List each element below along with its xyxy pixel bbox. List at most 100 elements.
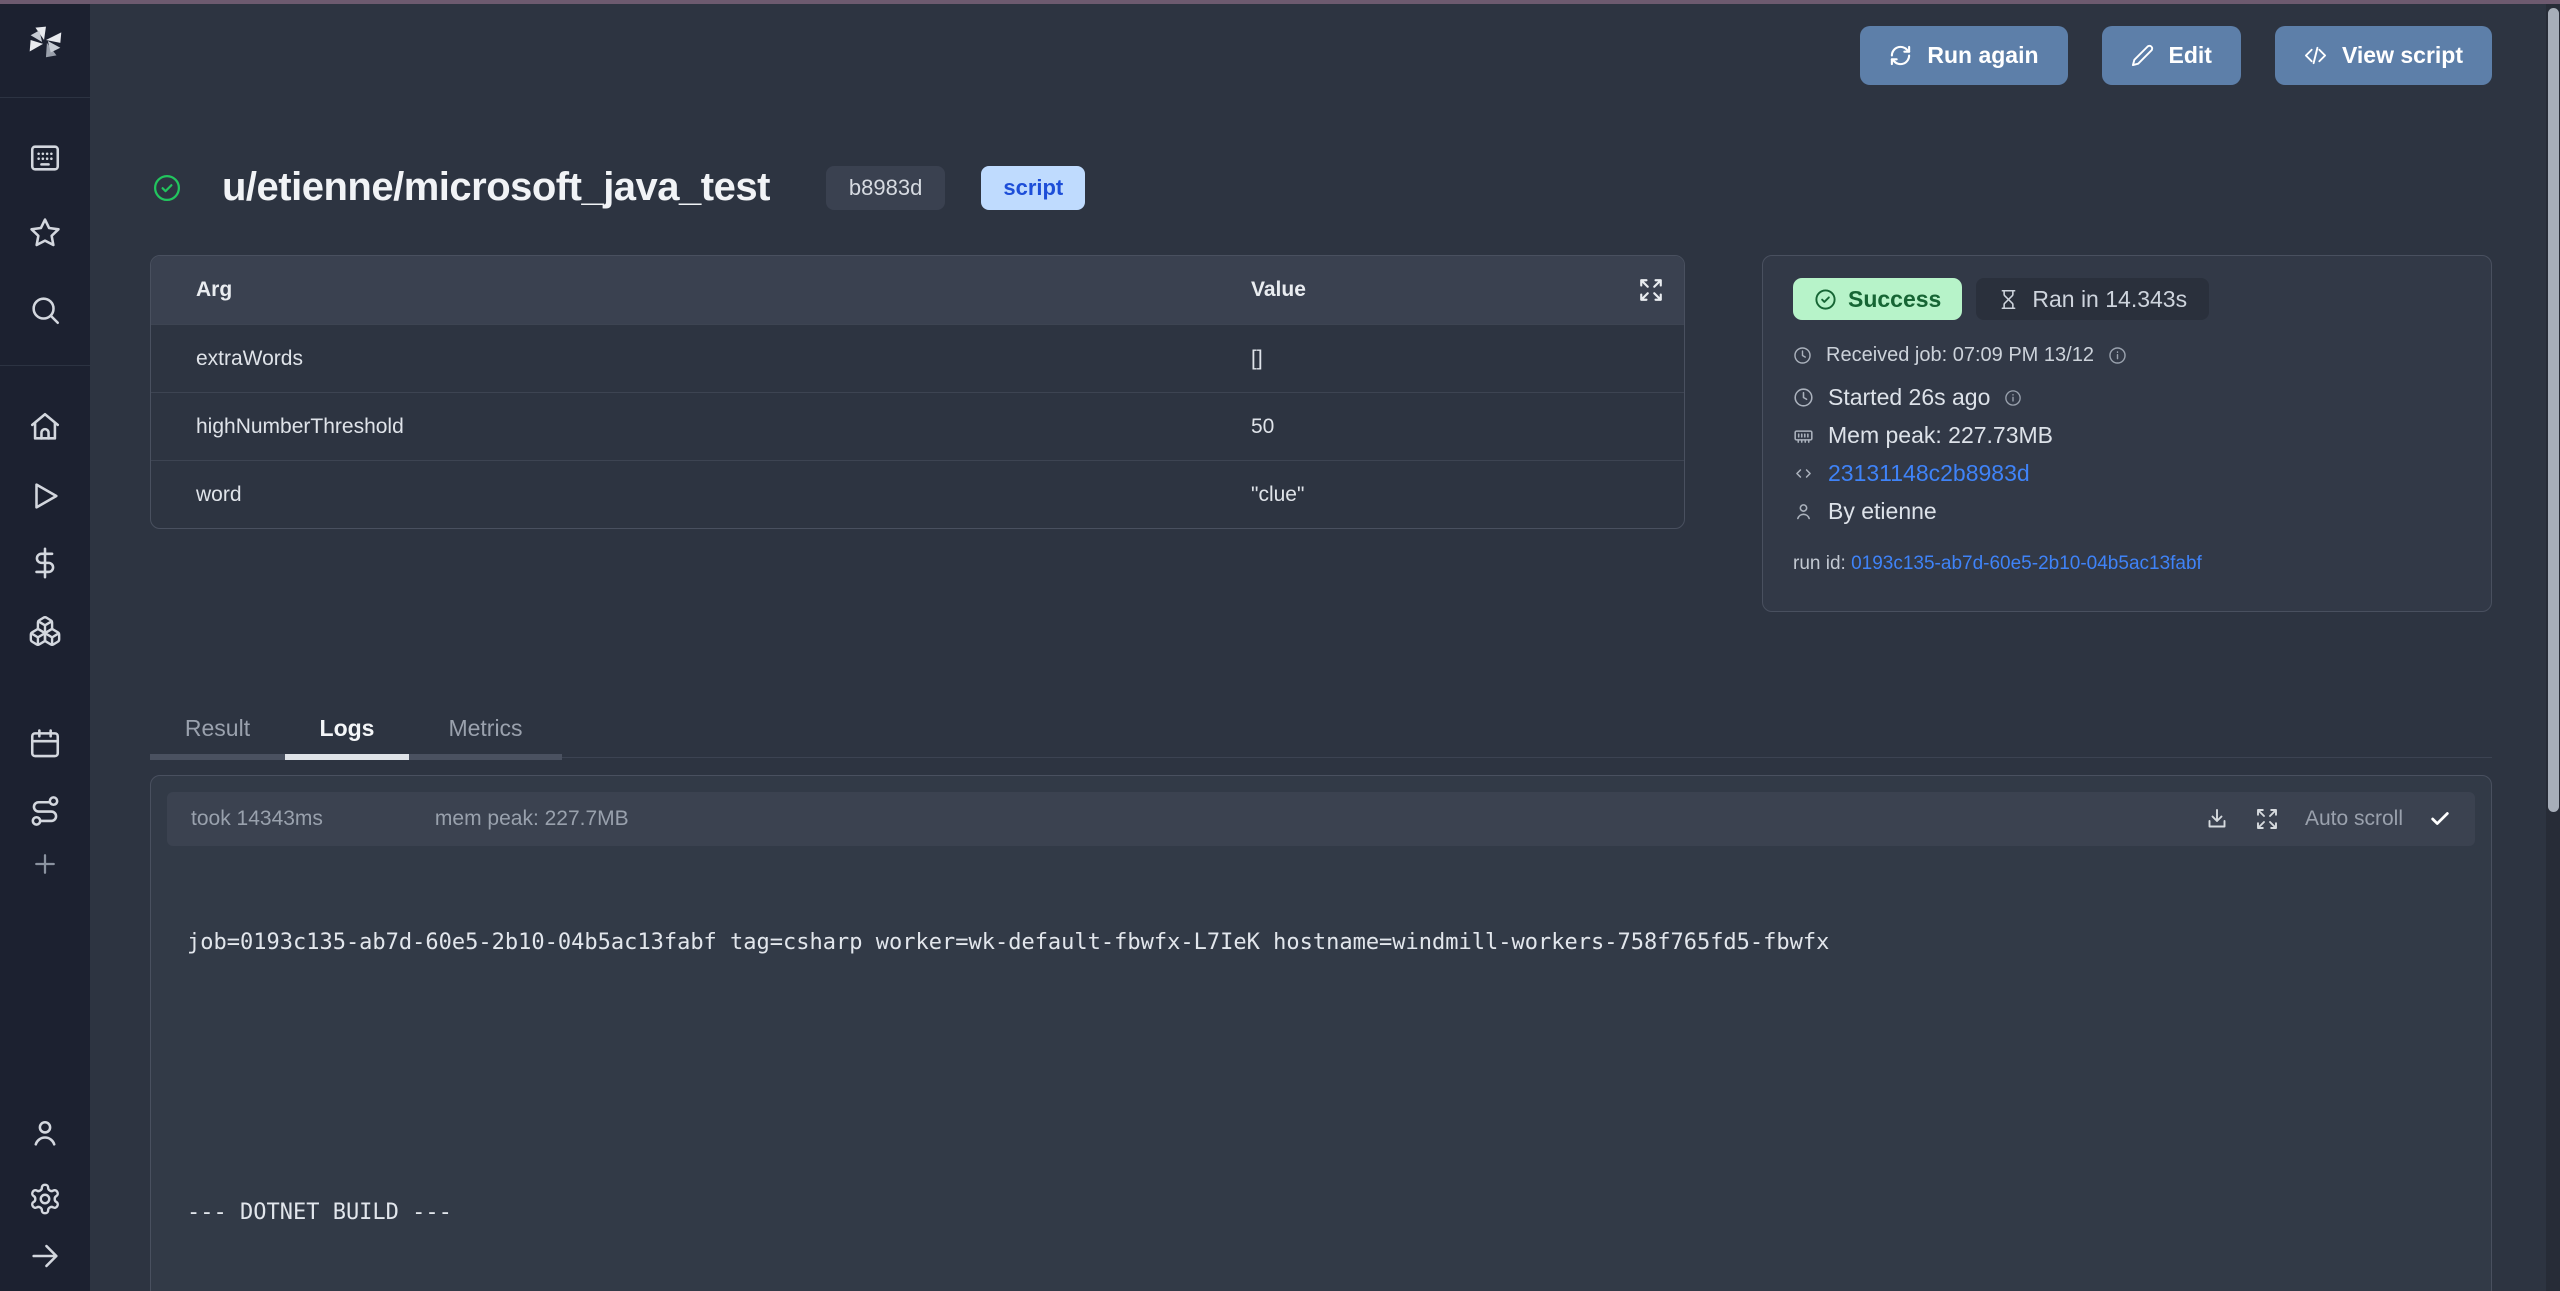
scrollbar-thumb[interactable] bbox=[2548, 8, 2559, 812]
sidebar-item-routes[interactable] bbox=[22, 788, 68, 834]
mem-peak-label: Mem peak: 227.73MB bbox=[1828, 422, 2053, 449]
title-row: u/etienne/microsoft_java_test b8983d scr… bbox=[152, 165, 1085, 210]
run-id-label: run id: bbox=[1793, 553, 1846, 574]
duration-label: Ran in 14.343s bbox=[2032, 286, 2187, 313]
arg-value: "clue" bbox=[1251, 483, 1684, 507]
sidebar-item-favorites[interactable] bbox=[22, 210, 68, 256]
action-buttons: Run again Edit View script bbox=[1860, 26, 2492, 85]
log-output[interactable]: job=0193c135-ab7d-60e5-2b10-04b5ac13fabf… bbox=[151, 846, 2491, 1291]
view-script-button[interactable]: View script bbox=[2275, 26, 2492, 85]
received-row: Received job: 07:09 PM 13/12 bbox=[1793, 344, 2461, 367]
star-icon bbox=[28, 216, 62, 250]
sidebar bbox=[0, 0, 90, 1291]
args-table: Arg Value extraWords [] highNumberThresh… bbox=[150, 255, 1685, 529]
sidebar-divider bbox=[0, 365, 90, 366]
sidebar-item-runs[interactable] bbox=[22, 473, 68, 519]
table-row: highNumberThreshold 50 bbox=[151, 392, 1684, 460]
received-label: Received job: 07:09 PM 13/12 bbox=[1826, 344, 2094, 367]
gear-icon bbox=[28, 1182, 62, 1216]
arg-name: extraWords bbox=[151, 347, 1251, 371]
kind-badge[interactable]: script bbox=[981, 166, 1085, 210]
sidebar-item-workspace[interactable] bbox=[22, 135, 68, 181]
hourglass-icon bbox=[1998, 289, 2019, 310]
duration-chip: Ran in 14.343s bbox=[1976, 278, 2209, 320]
started-label: Started 26s ago bbox=[1828, 384, 1990, 411]
arrow-right-icon bbox=[28, 1239, 62, 1273]
home-icon bbox=[28, 410, 62, 444]
scrollbar-track[interactable] bbox=[2546, 4, 2560, 1291]
tab-metrics[interactable]: Metrics bbox=[409, 703, 562, 760]
sidebar-item-account[interactable] bbox=[22, 1110, 68, 1156]
expand-icon[interactable] bbox=[2255, 807, 2279, 831]
arg-value: [] bbox=[1251, 347, 1684, 371]
log-line: job=0193c135-ab7d-60e5-2b10-04b5ac13fabf… bbox=[187, 928, 2491, 958]
top-accent-line bbox=[0, 0, 2560, 4]
success-check-icon bbox=[1814, 288, 1837, 311]
args-table-header: Arg Value bbox=[151, 256, 1684, 324]
success-check-icon bbox=[152, 173, 182, 203]
sidebar-item-search[interactable] bbox=[22, 287, 68, 333]
arg-value: 50 bbox=[1251, 415, 1684, 439]
sidebar-item-settings[interactable] bbox=[22, 1176, 68, 1222]
user-icon bbox=[1793, 501, 1814, 522]
check-icon[interactable] bbox=[2429, 808, 2451, 830]
pencil-icon bbox=[2131, 44, 2154, 67]
dollar-icon bbox=[28, 546, 62, 580]
started-row: Started 26s ago bbox=[1793, 384, 2461, 411]
auto-scroll-label: Auto scroll bbox=[2305, 807, 2403, 831]
view-script-label: View script bbox=[2342, 42, 2463, 69]
code-icon bbox=[1793, 463, 1814, 484]
edit-button[interactable]: Edit bbox=[2102, 26, 2241, 85]
status-label: Success bbox=[1848, 286, 1941, 313]
search-icon bbox=[28, 293, 62, 327]
sidebar-item-home[interactable] bbox=[22, 404, 68, 450]
result-tabs: Result Logs Metrics bbox=[150, 703, 2492, 760]
run-id-link[interactable]: 0193c135-ab7d-60e5-2b10-04b5ac13fabf bbox=[1851, 553, 2202, 574]
log-line bbox=[187, 1018, 2491, 1048]
edit-label: Edit bbox=[2169, 42, 2212, 69]
clock-icon bbox=[1793, 387, 1814, 408]
tabs-baseline bbox=[562, 703, 2492, 758]
play-icon bbox=[28, 479, 62, 513]
expand-icon[interactable] bbox=[1638, 277, 1664, 303]
calendar-icon bbox=[28, 727, 62, 761]
route-icon bbox=[28, 794, 62, 828]
run-again-label: Run again bbox=[1927, 42, 2038, 69]
tab-result[interactable]: Result bbox=[150, 703, 285, 760]
clock-icon bbox=[1793, 346, 1812, 365]
author-row: By etienne bbox=[1793, 498, 2461, 525]
run-again-button[interactable]: Run again bbox=[1860, 26, 2067, 85]
script-hash-row: 23131148c2b8983d bbox=[1793, 460, 2461, 487]
memory-icon bbox=[1793, 425, 1814, 446]
table-row: word "clue" bbox=[151, 460, 1684, 528]
took-label: took 14343ms bbox=[191, 807, 323, 831]
plus-icon bbox=[30, 849, 60, 879]
mem-peak-small-label: mem peak: 227.7MB bbox=[435, 807, 629, 831]
sidebar-item-expand[interactable] bbox=[22, 1233, 68, 1279]
download-icon[interactable] bbox=[2205, 807, 2229, 831]
log-line: --- DOTNET BUILD --- bbox=[187, 1198, 2491, 1228]
boxes-icon bbox=[28, 614, 62, 648]
table-row: extraWords [] bbox=[151, 324, 1684, 392]
author-label: By etienne bbox=[1828, 498, 1937, 525]
info-icon bbox=[2004, 389, 2022, 407]
log-panel-header: took 14343ms mem peak: 227.7MB Auto scro… bbox=[167, 792, 2475, 846]
tab-logs[interactable]: Logs bbox=[285, 703, 409, 760]
sidebar-divider bbox=[0, 97, 90, 98]
code-icon bbox=[2304, 44, 2327, 67]
refresh-icon bbox=[1889, 44, 1912, 67]
run-id-row: run id: 0193c135-ab7d-60e5-2b10-04b5ac13… bbox=[1793, 553, 2461, 575]
sidebar-item-schedules[interactable] bbox=[22, 721, 68, 767]
info-icon bbox=[2108, 346, 2127, 365]
log-line bbox=[187, 1108, 2491, 1138]
windmill-logo[interactable] bbox=[22, 18, 68, 64]
mem-peak-row: Mem peak: 227.73MB bbox=[1793, 422, 2461, 449]
sidebar-item-resources[interactable] bbox=[22, 608, 68, 654]
script-hash-link[interactable]: 23131148c2b8983d bbox=[1828, 460, 2030, 487]
sidebar-item-variables[interactable] bbox=[22, 540, 68, 586]
sidebar-item-add[interactable] bbox=[22, 841, 68, 887]
arg-column-header: Arg bbox=[151, 278, 1251, 302]
value-column-header: Value bbox=[1251, 278, 1684, 302]
user-icon bbox=[28, 1116, 62, 1150]
status-badge: Success bbox=[1793, 278, 1962, 320]
